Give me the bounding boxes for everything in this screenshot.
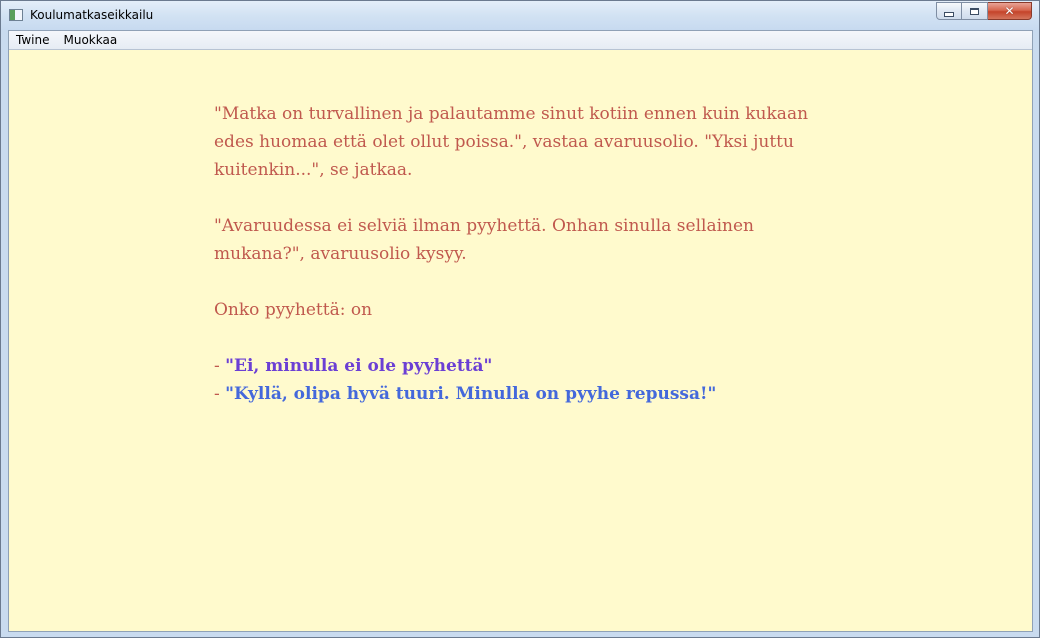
close-button[interactable]: ✕	[988, 2, 1032, 20]
choice-list: - "Ei, minulla ei ole pyyhettä" - "Kyllä…	[214, 352, 834, 408]
choice-item: - "Ei, minulla ei ole pyyhettä"	[214, 352, 834, 380]
menu-twine[interactable]: Twine	[9, 31, 56, 50]
story-viewport: Twine Muokkaa "Matka on turvallinen ja p…	[8, 30, 1033, 632]
app-icon[interactable]	[9, 9, 23, 21]
passage-paragraph: Onko pyyhettä: on	[214, 300, 373, 320]
menu-bar: Twine Muokkaa	[9, 31, 1032, 50]
passage-paragraph: "Avaruudessa ei selviä ilman pyyhettä. O…	[214, 216, 754, 264]
passage-paragraph: "Matka on turvallinen ja palautamme sinu…	[214, 104, 809, 180]
window-controls: ✕	[936, 2, 1032, 21]
choice-bullet: -	[214, 356, 226, 376]
choice-bullet: -	[214, 384, 226, 404]
title-bar[interactable]: Koulumatkaseikkailu ✕	[1, 1, 1039, 30]
menu-muokkaa[interactable]: Muokkaa	[56, 31, 124, 50]
app-window: Koulumatkaseikkailu ✕ Twine Muokkaa "Mat…	[0, 0, 1040, 638]
minimize-icon	[944, 11, 954, 17]
close-icon: ✕	[1004, 4, 1015, 18]
choice-link-has-towel[interactable]: "Kyllä, olipa hyvä tuuri. Minulla on pyy…	[225, 384, 716, 404]
maximize-button[interactable]	[962, 2, 988, 20]
window-title: Koulumatkaseikkailu	[30, 8, 154, 22]
choice-item: - "Kyllä, olipa hyvä tuuri. Minulla on p…	[214, 380, 834, 408]
story-passage: "Matka on turvallinen ja palautamme sinu…	[214, 100, 834, 408]
minimize-button[interactable]	[936, 2, 962, 20]
maximize-icon	[970, 7, 979, 15]
choice-link-no-towel[interactable]: "Ei, minulla ei ole pyyhettä"	[225, 356, 492, 376]
